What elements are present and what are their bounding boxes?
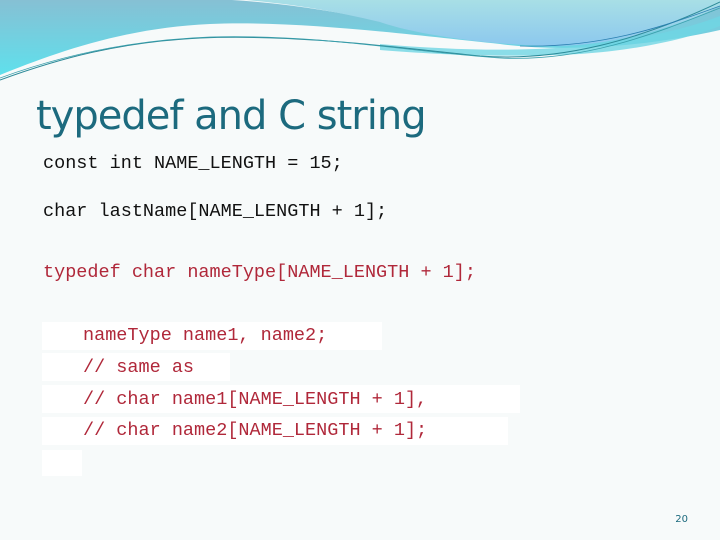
page-number: 20 bbox=[675, 514, 688, 525]
code-highlight-bg bbox=[42, 450, 82, 476]
slide-title: typedef and C string bbox=[36, 93, 427, 139]
code-typedef-line: typedef char nameType[NAME_LENGTH + 1]; bbox=[43, 262, 476, 283]
header-swoosh-decoration bbox=[0, 0, 720, 81]
code-block-line: // char name2[NAME_LENGTH + 1]; bbox=[83, 420, 428, 441]
code-block-line: // char name1[NAME_LENGTH + 1], bbox=[83, 389, 428, 410]
code-array-line: char lastName[NAME_LENGTH + 1]; bbox=[43, 201, 388, 222]
code-block-line: // same as bbox=[83, 357, 195, 378]
code-const-line: const int NAME_LENGTH = 15; bbox=[43, 153, 343, 174]
code-block-line: nameType name1, name2; bbox=[83, 325, 328, 346]
